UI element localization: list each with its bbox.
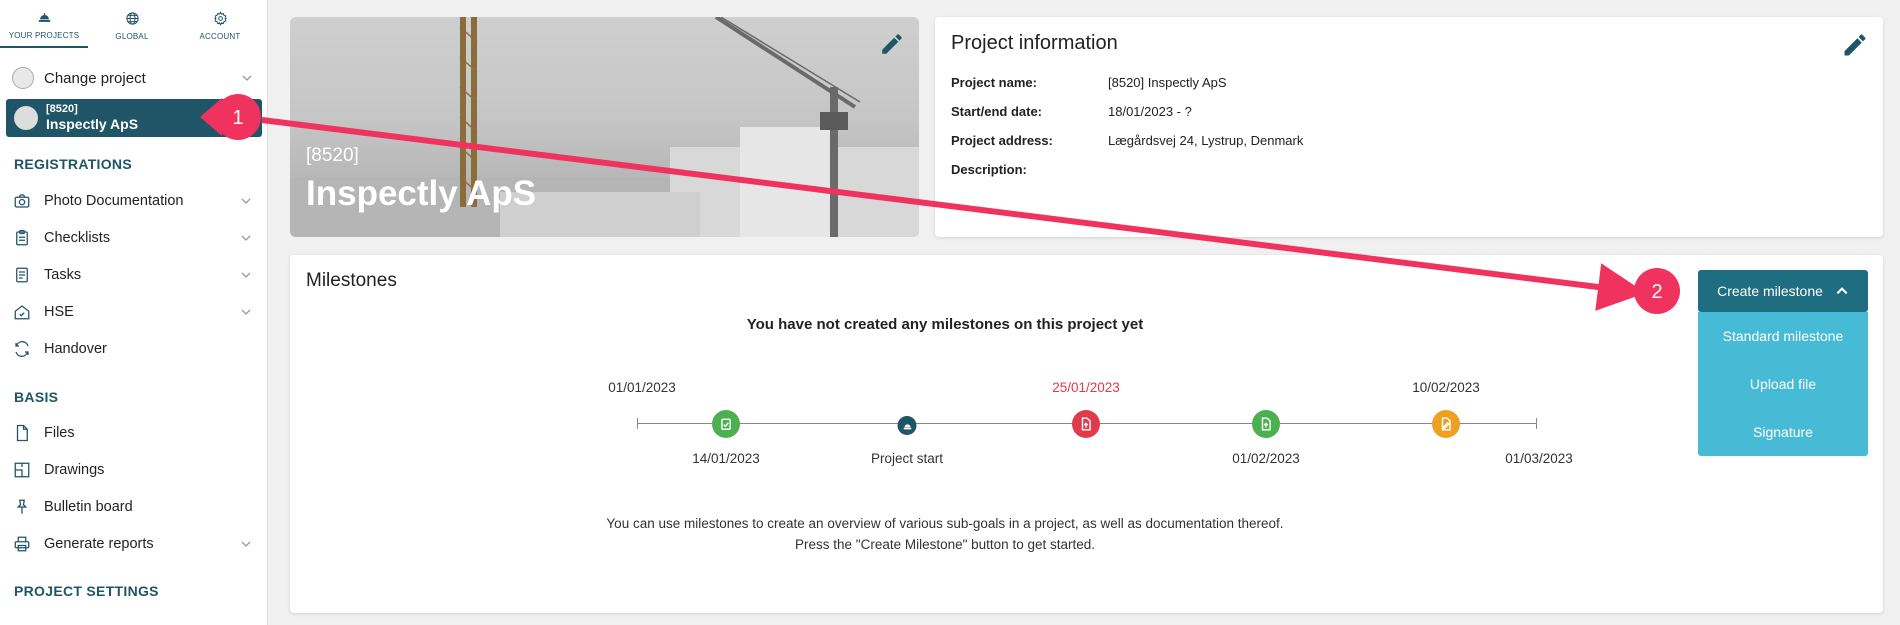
timeline-start-tick [637,418,638,429]
project-hero-image: [8520] Inspectly ApS [290,17,919,237]
sidebar-item-handover[interactable]: Handover [12,336,252,362]
help-line: You can use milestones to create an over… [606,516,1284,531]
create-milestone-label: Create milestone [1717,283,1823,299]
chevron-down-icon [241,309,251,315]
info-row-description: Description: [951,162,1108,177]
sidebar-item-label: Files [44,425,75,441]
sync-icon [12,339,32,359]
clipboard-icon [12,228,32,248]
info-row-project-name: Project name: [8520] Inspectly ApS [951,75,1227,90]
chevron-down-icon [241,541,251,547]
help-line: Press the "Create Milestone" button to g… [795,537,1095,552]
safety-house-icon [12,302,32,322]
camera-icon [12,191,32,211]
checklist-milestone-icon [712,410,740,438]
info-key: Description: [951,162,1027,177]
change-project-label: Change project [44,69,146,87]
timeline-date: 01/02/2023 [1232,451,1300,466]
milestones-card: Milestones You have not created any mile… [290,255,1883,613]
hero-project-code: [8520] [306,145,359,166]
timeline-end-tick [1536,418,1537,429]
description-value: - [951,200,956,215]
globe-icon [125,12,139,25]
gear-icon [213,11,227,26]
current-project-code: [8520] [46,103,78,115]
current-project-item[interactable]: [8520] Inspectly ApS [6,99,262,137]
milestone-timeline: 01/01/2023 25/01/2023 10/02/2023 14/01/2… [290,255,1590,555]
create-milestone-button[interactable]: Create milestone [1698,270,1868,312]
info-value: Lægårdsvej 24, Lystrup, Denmark [1108,133,1304,148]
pencil-icon[interactable] [1841,31,1869,59]
task-list-icon [12,265,32,285]
sidebar-item-hse[interactable]: HSE [12,299,252,325]
create-milestone-menu: Standard milestone Upload file Signature [1698,312,1868,456]
helmet-icon [897,416,917,435]
tab-account[interactable]: ACCOUNT [176,0,264,48]
timeline-date: 01/03/2023 [1505,451,1573,466]
drawing-icon [12,460,32,480]
sidebar-item-label: Bulletin board [44,499,133,515]
sidebar: YOUR PROJECTS GLOBAL ACCOUNT Change proj… [0,0,268,625]
info-value: 18/01/2023 - ? [1108,104,1192,119]
tab-label: YOUR PROJECTS [8,31,80,40]
pencil-icon[interactable] [879,31,905,57]
menu-item-standard-milestone[interactable]: Standard milestone [1698,312,1868,360]
sidebar-item-label: Drawings [44,462,105,478]
menu-item-signature[interactable]: Signature [1698,408,1868,456]
menu-item-upload-file[interactable]: Upload file [1698,360,1868,408]
info-key: Start/end date: [951,104,1043,119]
chevron-down-icon [241,235,251,241]
top-nav: YOUR PROJECTS GLOBAL ACCOUNT [0,0,267,48]
timeline-date: 25/01/2023 [1052,380,1120,395]
sidebar-item-label: Tasks [44,267,82,283]
info-value: [8520] Inspectly ApS [1108,75,1227,90]
timeline-date: 01/01/2023 [608,380,676,395]
hero-project-name: Inspectly ApS [306,174,537,213]
tab-your-projects[interactable]: YOUR PROJECTS [0,0,88,48]
sidebar-item-files[interactable]: Files [12,420,252,446]
project-information-title: Project information [951,32,1118,54]
change-project-dropdown[interactable]: Change project [0,62,267,94]
upload-file-milestone-icon [1072,410,1100,438]
printer-icon [12,534,32,554]
chevron-up-icon [1836,287,1848,295]
timeline-date: 14/01/2023 [692,451,760,466]
current-project-name: Inspectly ApS [46,116,139,132]
project-settings-header: PROJECT SETTINGS [14,583,159,599]
basis-header: BASIS [14,389,59,405]
milestones-help-text: You can use milestones to create an over… [290,513,1600,555]
file-icon [12,423,32,443]
info-row-start-end-date: Start/end date: 18/01/2023 - ? [951,104,1192,119]
sidebar-item-tasks[interactable]: Tasks [12,262,252,288]
chevron-down-icon [241,198,251,204]
chevron-down-icon [242,75,252,81]
sidebar-item-photo-documentation[interactable]: Photo Documentation [12,188,252,214]
sidebar-item-label: Handover [44,341,107,357]
signature-milestone-icon [1432,410,1460,438]
info-row-project-address: Project address: Lægårdsvej 24, Lystrup,… [951,133,1303,148]
helmet-icon [38,13,50,22]
sidebar-item-label: Generate reports [44,536,154,552]
tab-global[interactable]: GLOBAL [88,0,176,48]
sidebar-item-label: HSE [44,304,74,320]
sidebar-item-label: Checklists [44,230,111,246]
registrations-header: REGISTRATIONS [14,156,132,172]
timeline-label: Project start [870,451,944,466]
pin-icon [12,497,32,517]
upload-file-milestone-icon [1252,410,1280,438]
sidebar-item-checklists[interactable]: Checklists [12,225,252,251]
tab-label: ACCOUNT [199,32,241,41]
info-key: Project address: [951,133,1053,148]
sidebar-item-label: Photo Documentation [44,193,184,209]
sidebar-item-bulletin-board[interactable]: Bulletin board [12,494,252,520]
sidebar-item-generate-reports[interactable]: Generate reports [12,531,252,557]
info-key: Project name: [951,75,1037,90]
chevron-down-icon [241,272,251,278]
project-avatar [14,106,38,130]
tab-label: GLOBAL [115,32,149,41]
timeline-date: 10/02/2023 [1412,380,1480,395]
project-avatar [12,67,34,89]
project-information-card: Project information Project name: [8520]… [935,17,1883,237]
sidebar-item-drawings[interactable]: Drawings [12,457,252,483]
